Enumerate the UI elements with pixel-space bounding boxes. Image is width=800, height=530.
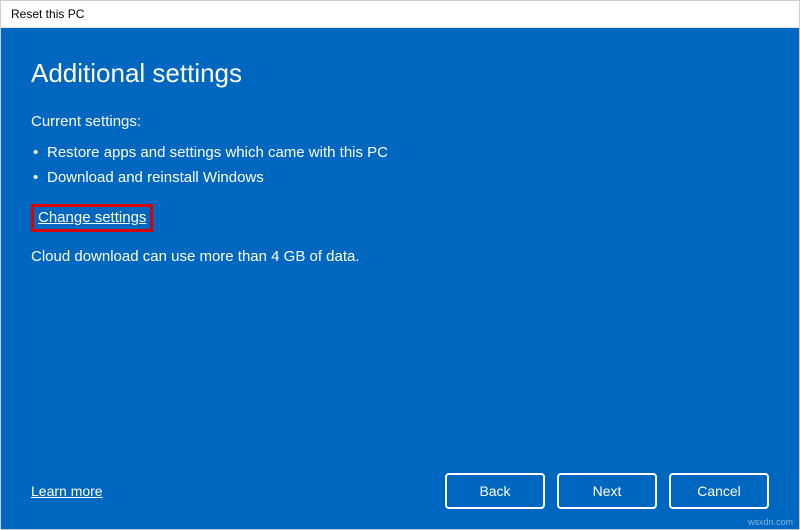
- reset-pc-window: Reset this PC Additional settings Curren…: [0, 0, 800, 530]
- footer: Learn more Back Next Cancel: [31, 453, 769, 509]
- watermark: wsxdn.com: [748, 517, 793, 527]
- cancel-button[interactable]: Cancel: [669, 473, 769, 509]
- content-area: Additional settings Current settings: Re…: [1, 28, 799, 529]
- learn-more-link[interactable]: Learn more: [31, 483, 103, 499]
- current-settings-label: Current settings:: [31, 113, 769, 130]
- change-settings-highlight: Change settings: [31, 204, 769, 232]
- button-row: Back Next Cancel: [445, 473, 769, 509]
- window-titlebar: Reset this PC: [1, 1, 799, 28]
- window-title: Reset this PC: [11, 7, 84, 21]
- settings-list: Restore apps and settings which came wit…: [31, 140, 769, 190]
- next-button[interactable]: Next: [557, 473, 657, 509]
- back-button[interactable]: Back: [445, 473, 545, 509]
- list-item: Download and reinstall Windows: [31, 165, 769, 190]
- change-settings-link[interactable]: Change settings: [38, 209, 146, 226]
- list-item: Restore apps and settings which came wit…: [31, 140, 769, 165]
- page-heading: Additional settings: [31, 58, 769, 89]
- data-usage-note: Cloud download can use more than 4 GB of…: [31, 248, 769, 265]
